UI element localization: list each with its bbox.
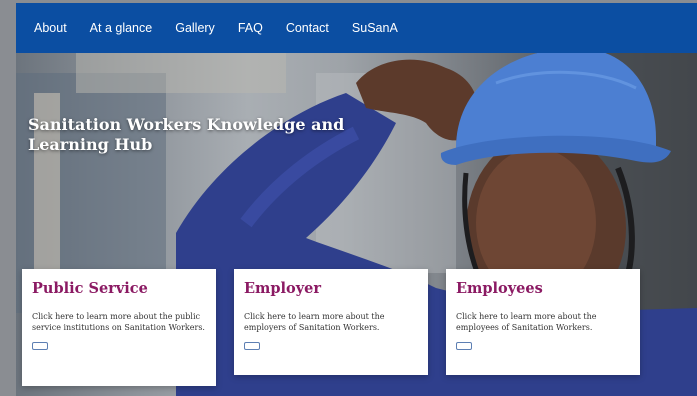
nav-item-about[interactable]: About [34, 21, 67, 35]
card-description: Click here to learn more about the emplo… [244, 312, 385, 332]
nav-item-faq[interactable]: FAQ [238, 21, 263, 35]
top-navigation-bar: About At a glance Gallery FAQ Contact Su… [16, 3, 697, 53]
card-description: Click here to learn more about the emplo… [456, 312, 597, 332]
card-public-service[interactable]: Public Service Click here to learn more … [22, 269, 216, 386]
nav-item-gallery[interactable]: Gallery [175, 21, 215, 35]
page-frame: About At a glance Gallery FAQ Contact Su… [16, 3, 697, 396]
card-link-button[interactable] [32, 342, 48, 350]
card-employees[interactable]: Employees Click here to learn more about… [446, 269, 640, 375]
nav-item-contact[interactable]: Contact [286, 21, 329, 35]
card-description: Click here to learn more about the publi… [32, 312, 205, 332]
hero-title: Sanitation Workers Knowledge and Learnin… [28, 115, 345, 154]
card-title: Employees [456, 280, 543, 297]
card-employer[interactable]: Employer Click here to learn more about … [234, 269, 428, 375]
card-link-button[interactable] [456, 342, 472, 350]
nav-item-susana[interactable]: SuSanA [352, 21, 398, 35]
card-title: Public Service [32, 280, 148, 297]
nav-item-at-a-glance[interactable]: At a glance [90, 21, 153, 35]
card-link-button[interactable] [244, 342, 260, 350]
card-title: Employer [244, 280, 322, 297]
